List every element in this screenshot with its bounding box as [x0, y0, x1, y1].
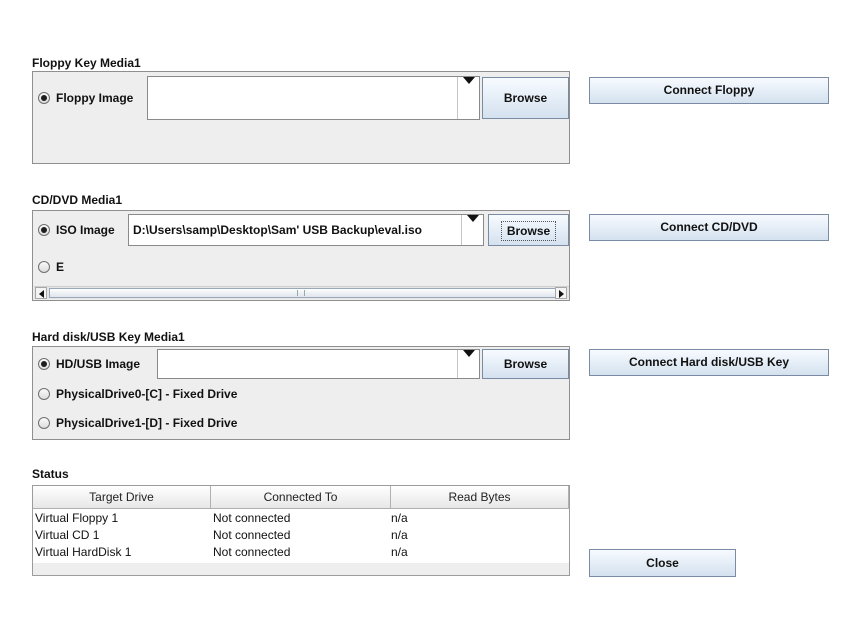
floppy-image-radio[interactable]: Floppy Image [38, 90, 133, 106]
drive-e-radio[interactable]: E [38, 259, 64, 275]
floppy-browse-button[interactable]: Browse [482, 77, 569, 119]
scroll-right-arrow-icon[interactable] [555, 287, 567, 299]
chevron-down-icon[interactable] [457, 350, 479, 378]
close-window-icon[interactable]: × [819, 1, 850, 23]
column-header-read-bytes[interactable]: Read Bytes [391, 486, 569, 508]
iso-image-radio[interactable]: ISO Image [38, 222, 115, 238]
table-empty-area [33, 563, 569, 575]
floppy-section-title: Floppy Key Media1 [32, 56, 141, 70]
scroll-grip-icon [297, 290, 305, 296]
table-cell: Virtual HardDisk 1 [35, 545, 132, 559]
physical-drive0-label: PhysicalDrive0-[C] - Fixed Drive [56, 387, 238, 401]
physical-drive1-radio[interactable]: PhysicalDrive1-[D] - Fixed Drive [38, 415, 237, 431]
radio-unchecked-icon [38, 388, 50, 400]
radio-checked-icon [38, 224, 50, 236]
iso-image-label: ISO Image [56, 223, 115, 237]
hd-usb-image-label: HD/USB Image [56, 357, 141, 371]
cddvd-section-title: CD/DVD Media1 [32, 193, 123, 207]
table-cell: Virtual Floppy 1 [35, 511, 119, 525]
iso-path-value: D:\Users\samp\Desktop\Sam' USB Backup\ev… [133, 223, 422, 237]
connect-hdd-button[interactable]: Connect Hard disk/USB Key [589, 349, 829, 376]
table-cell: Not connected [213, 511, 291, 525]
scroll-thumb[interactable] [49, 288, 561, 298]
table-cell: Not connected [213, 528, 291, 542]
table-cell: Not connected [213, 545, 291, 559]
hdd-section-title: Hard disk/USB Key Media1 [32, 330, 185, 344]
connect-cddvd-button[interactable]: Connect CD/DVD [589, 214, 829, 241]
java-app-icon [15, 13, 29, 27]
table-cell: n/a [391, 511, 408, 525]
iso-browse-button[interactable]: Browse [488, 214, 569, 246]
radio-unchecked-icon [38, 417, 50, 429]
hdd-path-combo[interactable] [157, 349, 480, 379]
iso-path-combo[interactable]: D:\Users\samp\Desktop\Sam' USB Backup\ev… [128, 214, 484, 246]
table-cell: n/a [391, 545, 408, 559]
column-header-target-drive[interactable]: Target Drive [33, 486, 211, 508]
table-cell: Virtual CD 1 [35, 528, 100, 542]
radio-unchecked-icon [38, 261, 50, 273]
status-table: Target Drive Connected To Read Bytes Vir… [32, 485, 570, 576]
hd-usb-image-radio[interactable]: HD/USB Image [38, 356, 140, 372]
hdd-browse-button[interactable]: Browse [482, 349, 569, 379]
scroll-left-arrow-icon[interactable] [35, 287, 47, 299]
table-cell: n/a [391, 528, 408, 542]
physical-drive0-radio[interactable]: PhysicalDrive0-[C] - Fixed Drive [38, 386, 237, 402]
title-bar[interactable]: Virtual Media × [1, 1, 851, 39]
floppy-path-combo[interactable] [147, 76, 480, 120]
iso-browse-label: Browse [500, 221, 557, 241]
chevron-down-icon[interactable] [461, 215, 483, 245]
status-section-title: Status [32, 467, 69, 481]
column-header-connected-to[interactable]: Connected To [211, 486, 391, 508]
status-table-header: Target Drive Connected To Read Bytes [33, 486, 569, 509]
close-button[interactable]: Close [589, 549, 736, 577]
cddvd-horizontal-scrollbar[interactable] [34, 286, 569, 299]
connect-floppy-button[interactable]: Connect Floppy [589, 77, 829, 104]
floppy-image-label: Floppy Image [56, 91, 134, 105]
radio-checked-icon [38, 92, 50, 104]
physical-drive1-label: PhysicalDrive1-[D] - Fixed Drive [56, 416, 238, 430]
drive-e-label: E [56, 260, 65, 274]
chevron-down-icon[interactable] [457, 77, 479, 119]
radio-checked-icon [38, 358, 50, 370]
window-title: Virtual Media [382, 11, 470, 28]
